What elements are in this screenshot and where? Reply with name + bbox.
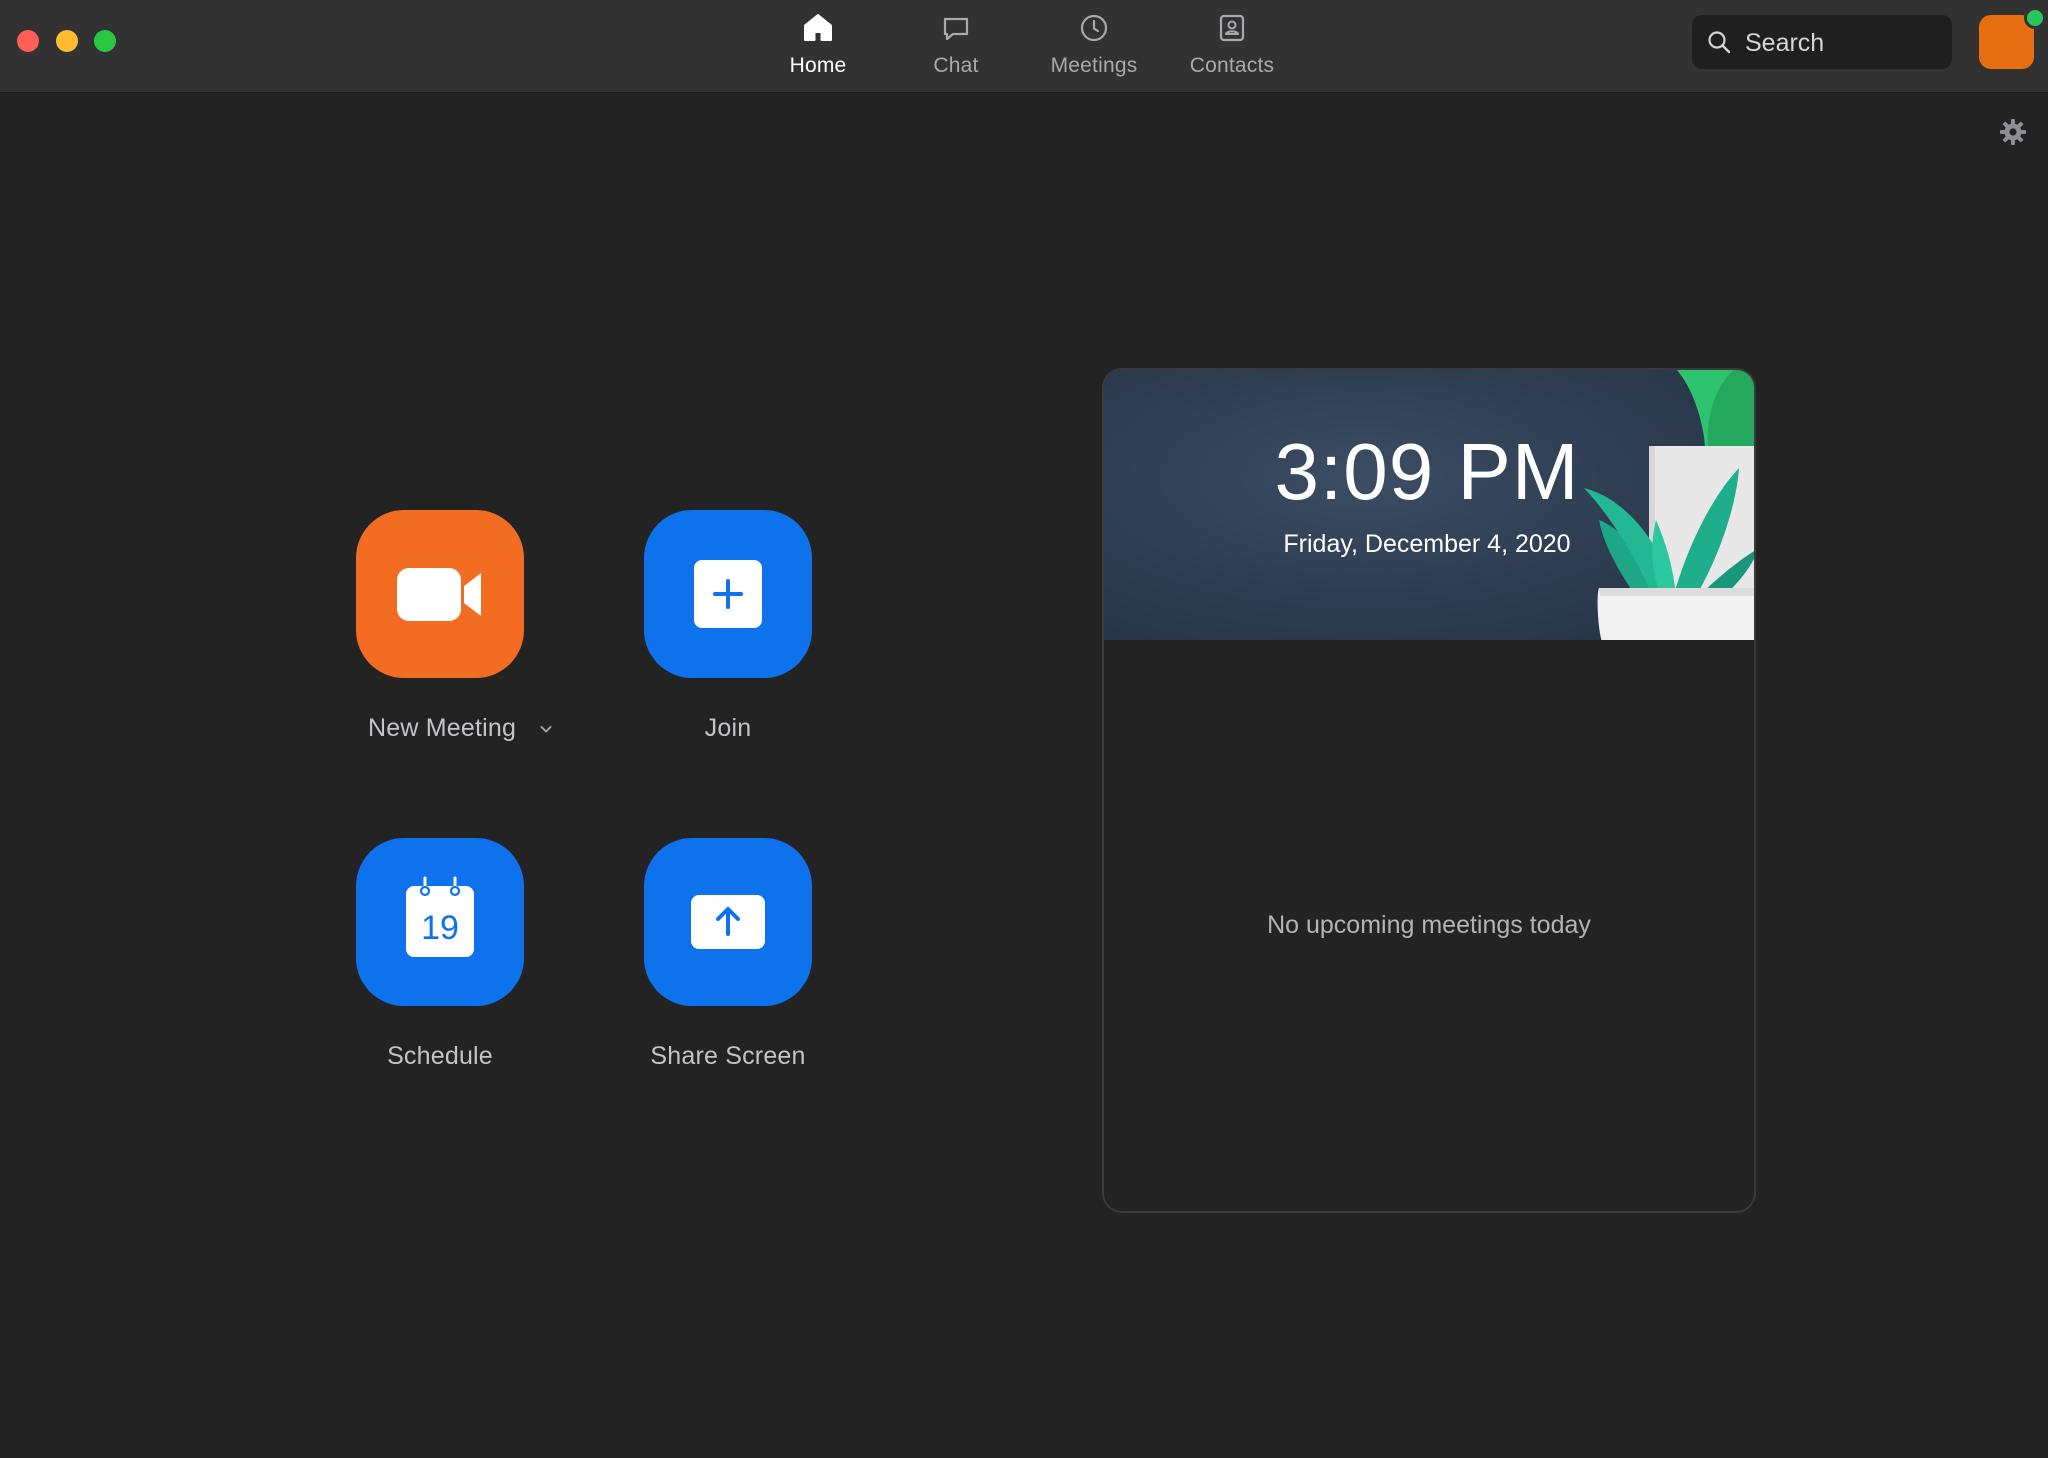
current-time: 3:09 PM	[1274, 427, 1580, 516]
share-screen-button[interactable]	[644, 838, 812, 1006]
search-icon	[1708, 31, 1731, 54]
new-meeting-action: New Meeting	[330, 510, 552, 743]
gear-icon[interactable]	[1999, 118, 2027, 146]
contact-card-icon	[1219, 14, 1245, 42]
join-button[interactable]	[644, 510, 812, 678]
new-meeting-button[interactable]	[356, 510, 524, 678]
join-label: Join	[704, 714, 752, 742]
video-camera-icon	[397, 568, 481, 621]
new-meeting-label-row: New Meeting	[368, 714, 552, 743]
zoom-window: Home Chat Meetings Contacts Search New M…	[0, 0, 2048, 1458]
new-meeting-label: New Meeting	[368, 714, 517, 742]
tab-meetings-label: Meetings	[1050, 54, 1138, 77]
schedule-action: 19 Schedule	[330, 838, 550, 1071]
search-placeholder: Search	[1745, 29, 1825, 57]
schedule-button[interactable]: 19	[356, 838, 524, 1006]
plus-icon	[694, 560, 762, 628]
chevron-down-icon[interactable]	[538, 721, 554, 737]
tab-home-label: Home	[789, 54, 847, 77]
share-screen-action: Share Screen	[618, 838, 838, 1071]
tab-meetings[interactable]: Meetings	[1024, 0, 1164, 92]
share-screen-label: Share Screen	[650, 1042, 806, 1070]
current-date: Friday, December 4, 2020	[1283, 530, 1571, 558]
join-action: Join	[618, 510, 838, 743]
tab-contacts[interactable]: Contacts	[1162, 0, 1302, 92]
clock-icon	[1080, 14, 1108, 42]
upcoming-meetings-card: 3:09 PM Friday, December 4, 2020 No upco…	[1102, 368, 1756, 1213]
tab-contacts-label: Contacts	[1189, 54, 1275, 77]
tab-home[interactable]: Home	[748, 0, 888, 92]
no-meetings-message: No upcoming meetings today	[1267, 911, 1591, 939]
schedule-label: Schedule	[387, 1042, 493, 1070]
top-bar: Home Chat Meetings Contacts Search	[0, 0, 2048, 93]
presence-indicator	[2024, 7, 2046, 29]
chat-bubble-icon	[943, 17, 969, 41]
window-minimize-button[interactable]	[56, 30, 78, 52]
window-maximize-button[interactable]	[94, 30, 116, 52]
calendar-icon: 19	[406, 876, 474, 957]
window-close-button[interactable]	[17, 30, 39, 52]
home-icon	[804, 14, 832, 41]
tab-chat-label: Chat	[933, 54, 979, 77]
search-input[interactable]: Search	[1692, 15, 1952, 69]
calendar-day-number: 19	[421, 909, 459, 947]
share-arrow-icon	[691, 895, 765, 949]
clock-banner: 3:09 PM Friday, December 4, 2020	[1104, 370, 1754, 640]
tab-chat[interactable]: Chat	[886, 0, 1026, 92]
